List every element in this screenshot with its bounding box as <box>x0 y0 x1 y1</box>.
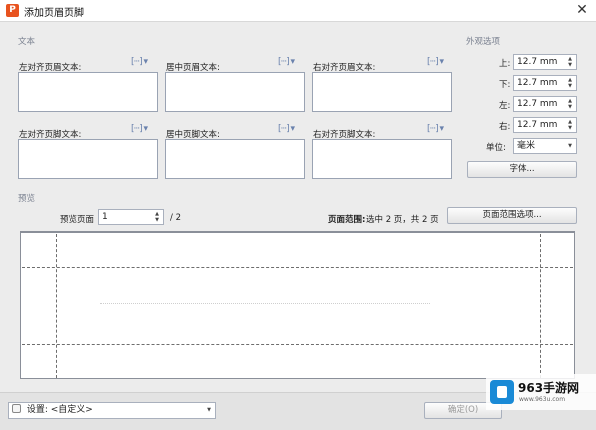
left-margin-guide <box>56 234 57 378</box>
bottom-margin-value: 12.7 mm <box>517 78 558 88</box>
page-range-label: 页面范围: <box>328 215 366 225</box>
left-margin-label: 左: <box>499 101 511 111</box>
top-margin-value: 12.7 mm <box>517 57 558 67</box>
preview-page-label: 预览页面 <box>60 215 95 225</box>
close-icon[interactable]: ✕ <box>572 1 592 19</box>
insert-macro-button[interactable]: [···] ▾ <box>131 124 148 134</box>
right-margin-spinner[interactable]: 12.7 mm ▲ ▼ <box>513 117 577 133</box>
page-range-options-button[interactable]: 页面范围选项... <box>447 207 577 224</box>
body-text-placeholder <box>100 303 430 304</box>
preview-page-value: 1 <box>102 212 108 222</box>
spin-arrows-icon[interactable]: ▲ ▼ <box>566 98 574 110</box>
right-header-textbox[interactable] <box>312 72 452 112</box>
spin-arrows-icon[interactable]: ▲ ▼ <box>566 56 574 68</box>
insert-macro-button[interactable]: [···] ▾ <box>278 124 295 134</box>
center-header-textbox[interactable] <box>165 72 305 112</box>
unit-select[interactable]: 毫米 ▼ <box>513 138 577 154</box>
unit-label: 单位: <box>486 143 506 153</box>
chevron-down-icon[interactable]: ▼ <box>566 143 574 149</box>
insert-macro-button[interactable]: [···] ▾ <box>131 57 148 67</box>
page-total: / 2 <box>170 213 181 223</box>
window-title: 添加页眉页脚 <box>24 8 84 19</box>
preview-page-spinner[interactable]: 1 ▲ ▼ <box>98 209 164 225</box>
title-bar <box>0 0 596 22</box>
preview-group-label: 预览 <box>18 194 36 204</box>
insert-macro-button[interactable]: [···] ▾ <box>278 57 295 67</box>
watermark-text: 963手游网 <box>518 381 580 395</box>
left-header-textbox[interactable] <box>18 72 158 112</box>
center-footer-textbox[interactable] <box>165 139 305 179</box>
header-guide <box>22 267 573 268</box>
footer-guide <box>22 344 573 345</box>
app-logo-icon: P <box>6 4 19 17</box>
right-margin-label: 右: <box>499 122 511 132</box>
chevron-down-icon[interactable]: ▼ <box>205 407 213 413</box>
bottom-margin-label: 下: <box>499 80 511 90</box>
unit-value: 毫米 <box>517 141 536 151</box>
right-footer-textbox[interactable] <box>312 139 452 179</box>
preview-pane <box>20 231 575 379</box>
insert-macro-button[interactable]: [···] ▾ <box>427 57 444 67</box>
left-margin-spinner[interactable]: 12.7 mm ▲ ▼ <box>513 96 577 112</box>
settings-icon <box>12 404 21 413</box>
watermark-url: www.963u.com <box>519 396 566 403</box>
appearance-group-label: 外观选项 <box>466 37 501 47</box>
bottom-margin-spinner[interactable]: 12.7 mm ▲ ▼ <box>513 75 577 91</box>
page-range-text: 选中 2 页，共 2 页 <box>366 215 439 225</box>
left-footer-textbox[interactable] <box>18 139 158 179</box>
watermark-cube-icon <box>490 380 514 404</box>
right-margin-value: 12.7 mm <box>517 120 558 130</box>
top-margin-label: 上: <box>499 59 511 69</box>
font-button[interactable]: 字体... <box>467 161 577 178</box>
left-margin-value: 12.7 mm <box>517 99 558 109</box>
text-group-label: 文本 <box>18 37 36 47</box>
spin-arrows-icon[interactable]: ▲ ▼ <box>153 211 161 223</box>
top-margin-spinner[interactable]: 12.7 mm ▲ ▼ <box>513 54 577 70</box>
spin-arrows-icon[interactable]: ▲ ▼ <box>566 119 574 131</box>
spin-arrows-icon[interactable]: ▲ ▼ <box>566 77 574 89</box>
settings-select[interactable]: 设置: <自定义> ▼ <box>8 402 216 419</box>
right-margin-guide <box>540 234 541 378</box>
insert-macro-button[interactable]: [···] ▾ <box>427 124 444 134</box>
settings-value: 设置: <自定义> <box>26 405 93 415</box>
watermark: 963手游网 www.963u.com <box>486 374 596 410</box>
